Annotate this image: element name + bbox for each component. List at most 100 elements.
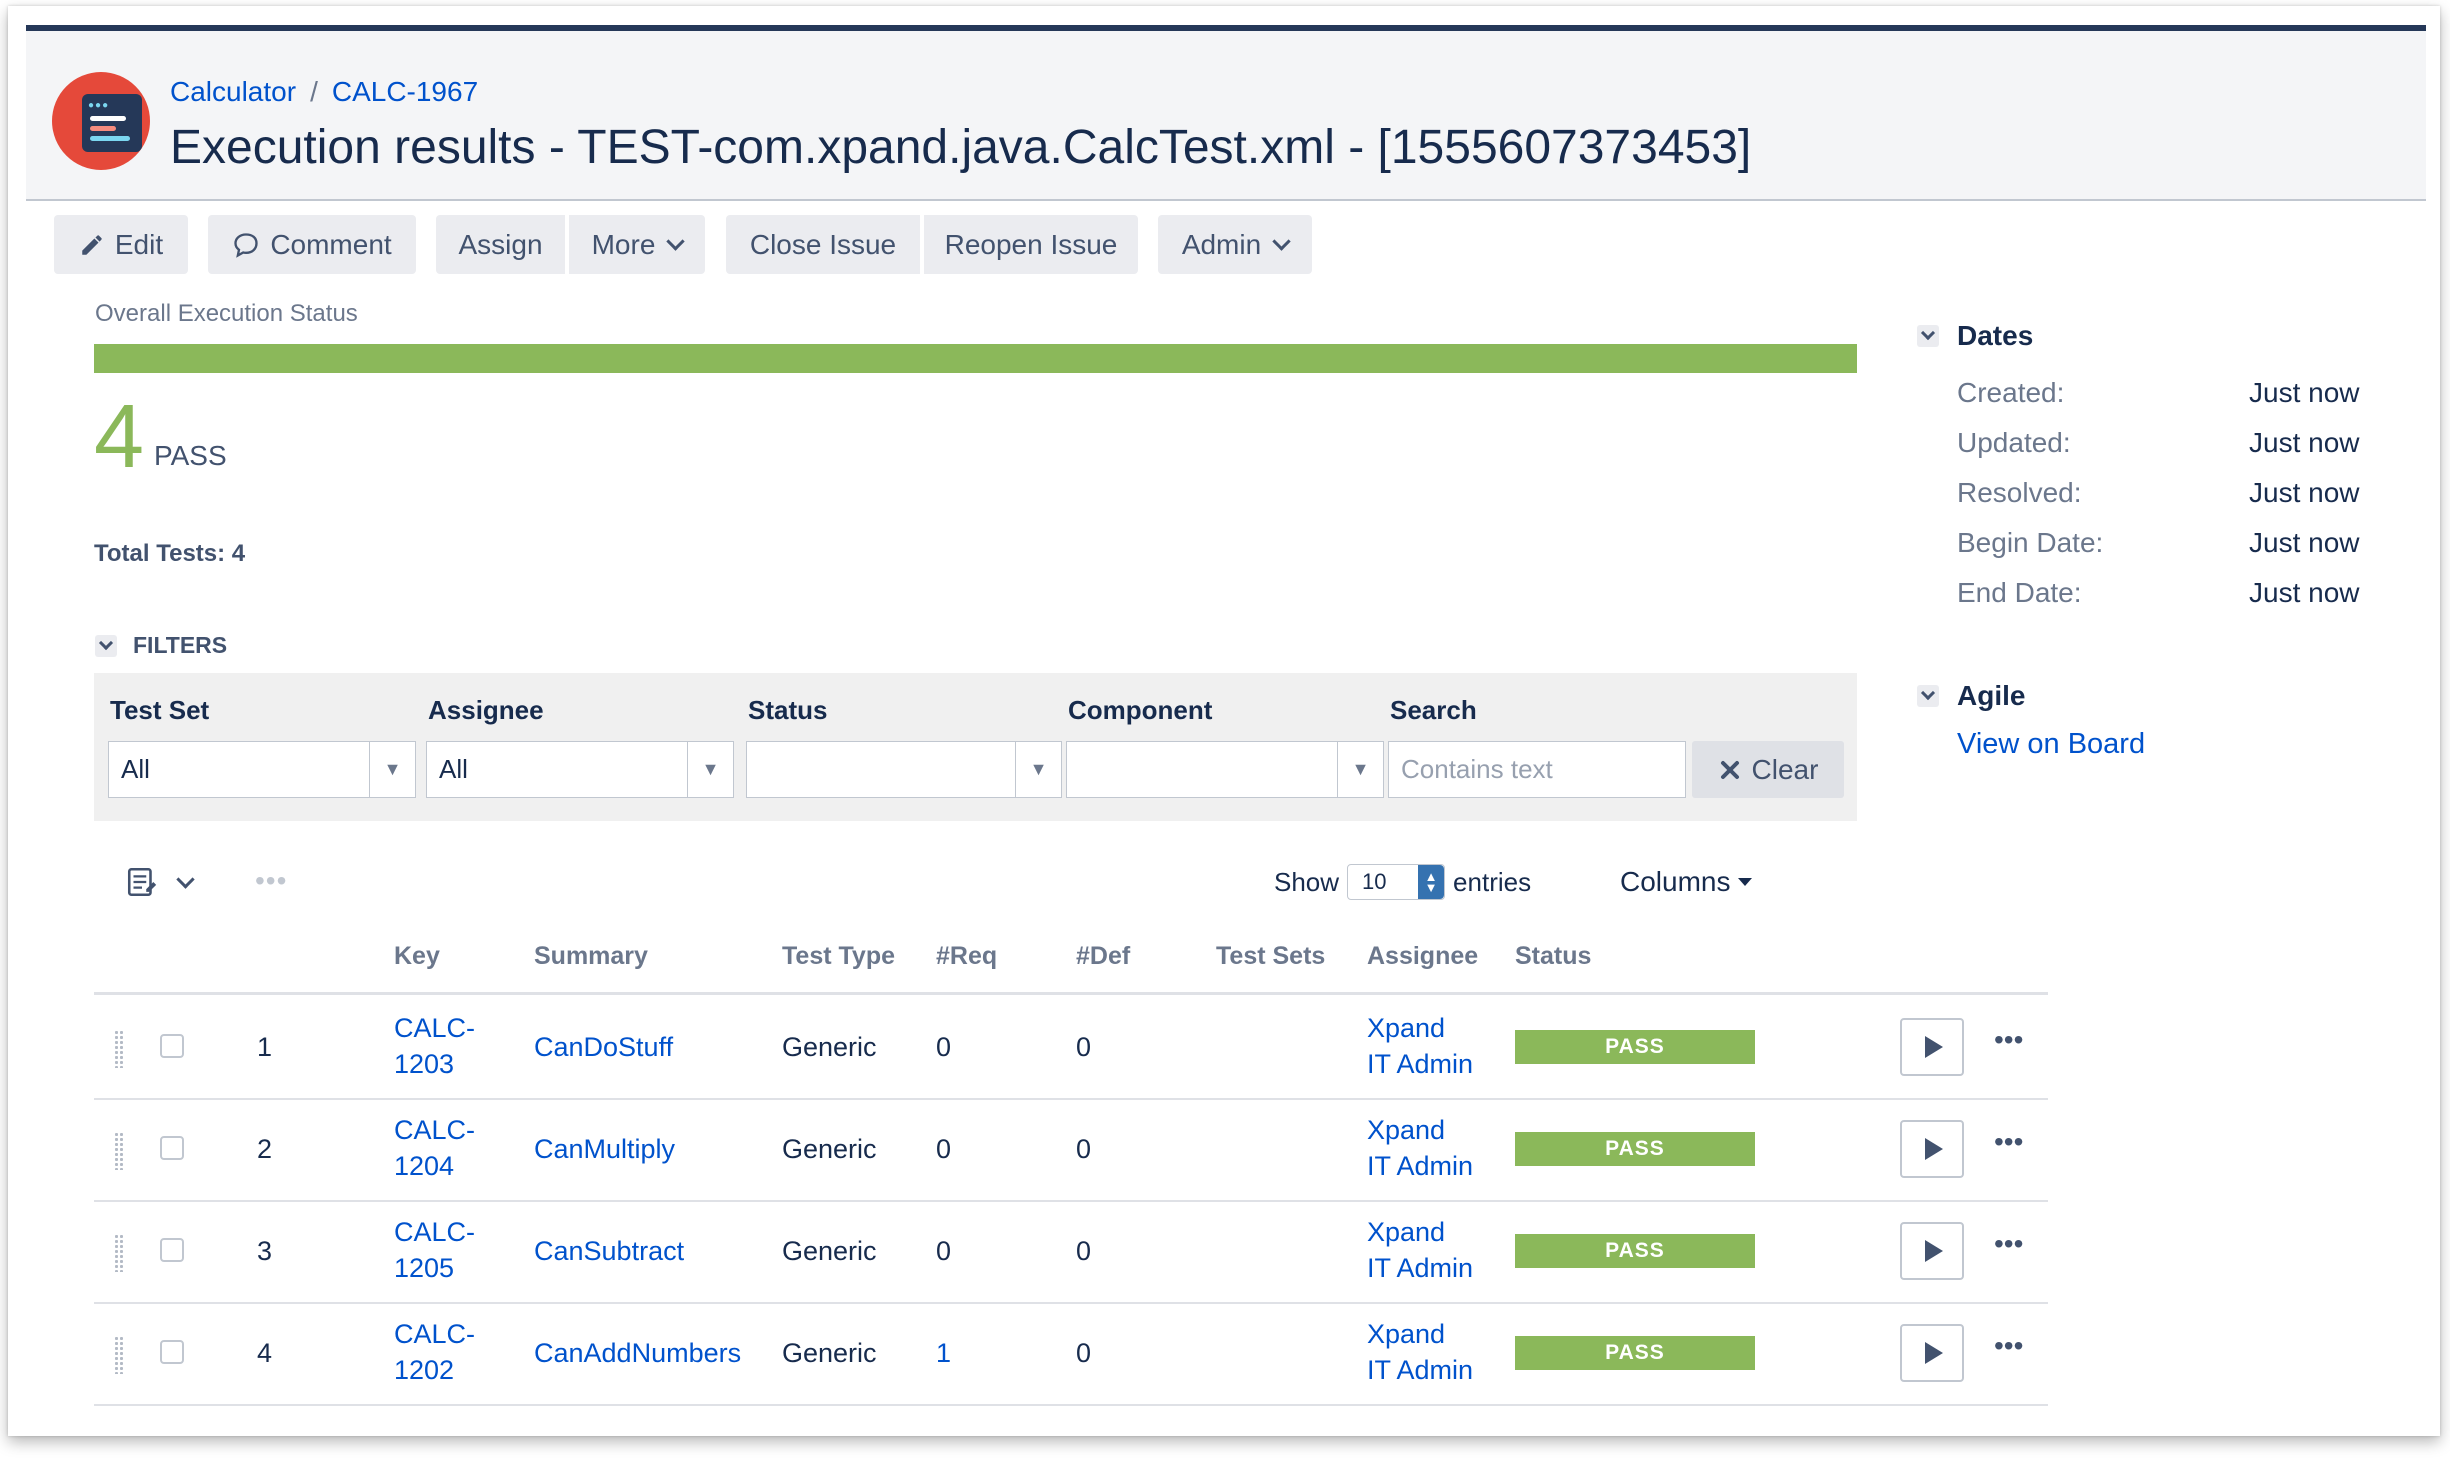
begin-date-value: Just now [2249,527,2360,558]
table-view-options[interactable] [125,865,195,899]
page-size-input[interactable]: 10 ▲ ▼ [1347,864,1446,900]
assignee-link[interactable]: Xpand IT Admin [1367,1316,1473,1388]
column-header-def[interactable]: #Def [1076,942,1130,971]
agile-header: Agile [1957,680,2026,711]
page-size-control: Show 10 ▲ ▼ entries [1274,864,1531,900]
assignee-select[interactable]: All ▼ [426,741,734,798]
comment-button[interactable]: Comment [208,215,416,274]
execution-status-label: Overall Execution Status [95,300,358,327]
entries-label: entries [1453,866,1532,897]
test-set-select[interactable]: All ▼ [108,741,416,798]
assignee-first: Xpand [1367,1115,1446,1145]
chevron-down-icon [95,634,117,657]
assignee-second: IT Admin [1367,1253,1474,1283]
columns-button[interactable]: Columns [1620,866,1753,898]
req-count-link[interactable]: 1 [936,1335,951,1371]
column-header-test-sets[interactable]: Test Sets [1216,942,1325,971]
issue-key-link[interactable]: CALC- 1205 [394,1214,475,1286]
issue-key-prefix: CALC- [394,1319,476,1349]
column-header-test-type[interactable]: Test Type [782,942,895,971]
stepper-icon[interactable]: ▲ ▼ [1418,865,1445,899]
row-more-icon[interactable]: ••• [1994,1228,2023,1260]
drag-handle-icon[interactable] [114,1234,124,1272]
column-header-summary[interactable]: Summary [534,942,648,971]
assign-label: Assign [458,228,543,260]
def-count: 0 [1076,1338,1092,1368]
issue-key-number: 1204 [394,1151,455,1181]
issue-key-number: 1203 [394,1049,455,1079]
breadcrumb-issue-link[interactable]: CALC-1967 [332,76,478,107]
run-test-button[interactable] [1900,1120,1964,1178]
column-header-assignee[interactable]: Assignee [1367,942,1478,971]
table-row: 2 CALC- 1204 CanMultiply Generic 0 0 Xpan… [94,1098,2048,1202]
agile-toggle[interactable]: Agile [1917,680,2025,712]
assignee-first: Xpand [1367,1013,1446,1043]
play-icon [1925,1240,1943,1262]
drag-handle-icon[interactable] [114,1030,124,1068]
edit-button[interactable]: Edit [54,215,188,274]
play-icon [1925,1138,1943,1160]
issue-key-link[interactable]: CALC- 1204 [394,1112,475,1184]
assignee-value: All [439,754,468,784]
column-header-status[interactable]: Status [1515,942,1591,971]
row-more-icon[interactable]: ••• [1994,1330,2023,1362]
column-header-req[interactable]: #Req [936,942,997,971]
more-button[interactable]: More [569,215,705,274]
edit-label: Edit [114,228,164,260]
run-test-button[interactable] [1900,1018,1964,1076]
assignee-filter-label: Assignee [428,695,544,725]
row-checkbox[interactable] [160,1340,184,1364]
row-index: 2 [257,1134,273,1164]
issue-key-link[interactable]: CALC- 1203 [394,1010,475,1082]
filters-toggle[interactable]: FILTERS [95,632,227,659]
row-checkbox[interactable] [160,1136,184,1160]
def-count: 0 [1076,1032,1092,1062]
search-placeholder: Contains text [1401,754,1553,784]
row-checkbox[interactable] [160,1238,184,1262]
row-checkbox[interactable] [160,1034,184,1058]
total-tests: Total Tests: 4 [94,540,246,567]
status-badge: PASS [1515,1234,1755,1268]
component-select[interactable]: ▼ [1066,741,1384,798]
issue-key-prefix: CALC- [394,1115,476,1145]
req-count: 0 [936,1134,952,1164]
resolved-label: Resolved: [1957,477,2082,508]
project-avatar-icon[interactable]: ●●● [52,72,150,170]
column-header-key[interactable]: Key [394,942,440,971]
chevron-down-icon [176,869,195,889]
status-select[interactable]: ▼ [746,741,1062,798]
execution-progress-bar [94,344,1857,373]
admin-label: Admin [1181,228,1262,260]
breadcrumb-project-link[interactable]: Calculator [170,76,296,107]
req-count: 0 [936,1236,952,1266]
clear-filters-button[interactable]: Clear [1692,741,1844,798]
assignee-link[interactable]: Xpand IT Admin [1367,1112,1473,1184]
run-test-button[interactable] [1900,1324,1964,1382]
view-on-board-link[interactable]: View on Board [1957,728,2145,761]
summary-link[interactable]: CanMultiply [534,1131,675,1167]
dates-toggle[interactable]: Dates [1917,320,2033,352]
assignee-first: Xpand [1367,1319,1446,1349]
test-set-filter-label: Test Set [110,695,210,725]
chevron-down-icon [1917,325,1939,347]
drag-handle-icon[interactable] [114,1336,124,1374]
search-input[interactable]: Contains text [1388,741,1686,798]
assign-button[interactable]: Assign [436,215,565,274]
assignee-link[interactable]: Xpand IT Admin [1367,1010,1473,1082]
row-more-icon[interactable]: ••• [1994,1024,2023,1056]
summary-link[interactable]: CanAddNumbers [534,1335,741,1371]
close-issue-button[interactable]: Close Issue [726,215,920,274]
issue-key-link[interactable]: CALC- 1202 [394,1316,475,1388]
row-more-icon[interactable]: ••• [1994,1126,2023,1158]
table-more-icon[interactable]: ••• [255,865,287,897]
filters-header: FILTERS [133,632,228,658]
assignee-link[interactable]: Xpand IT Admin [1367,1214,1473,1286]
run-test-button[interactable] [1900,1222,1964,1280]
assignee-second: IT Admin [1367,1049,1474,1079]
reopen-issue-button[interactable]: Reopen Issue [924,215,1138,274]
summary-link[interactable]: CanDoStuff [534,1029,673,1065]
admin-button[interactable]: Admin [1158,215,1312,274]
updated-value: Just now [2249,427,2360,458]
summary-link[interactable]: CanSubtract [534,1233,684,1269]
drag-handle-icon[interactable] [114,1132,124,1170]
